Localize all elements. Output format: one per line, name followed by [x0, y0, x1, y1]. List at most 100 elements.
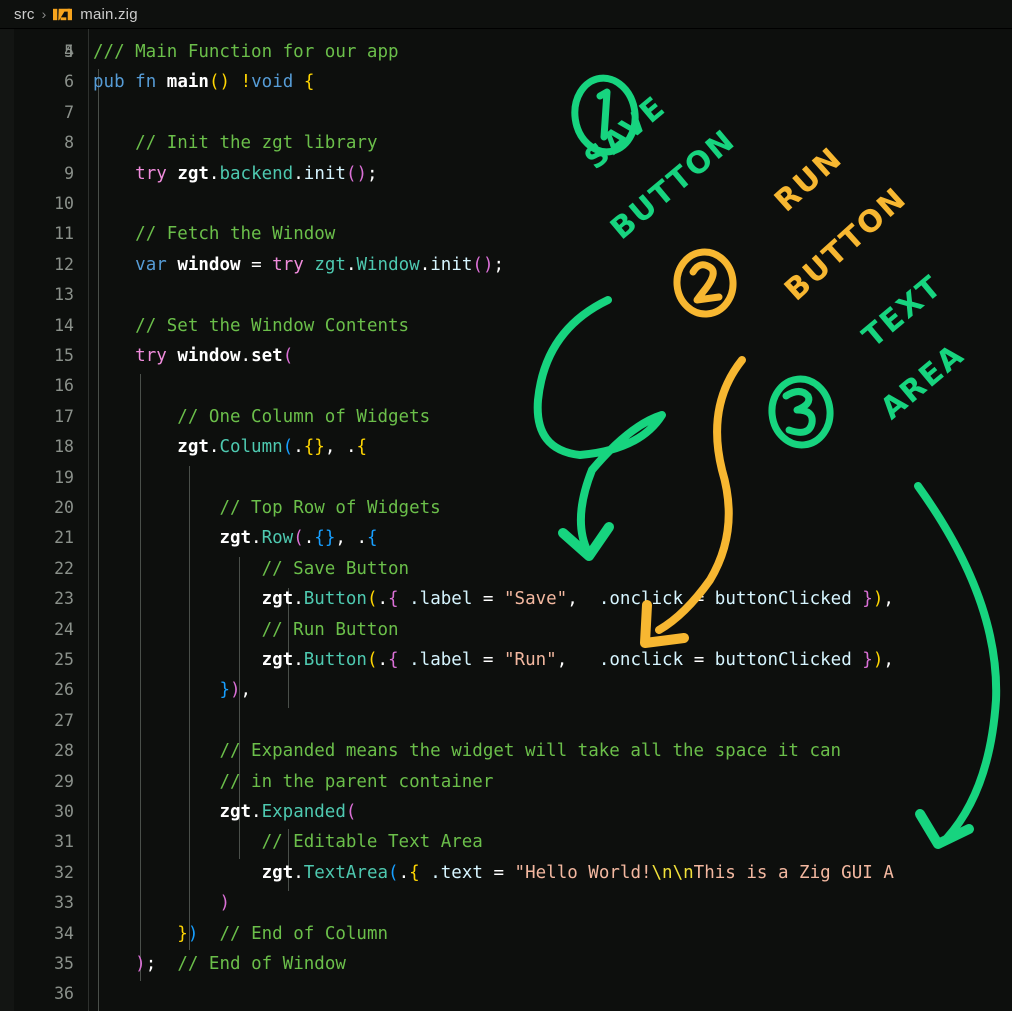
code-line[interactable]: 18 zgt.Column(.{}, .{ [0, 432, 1012, 462]
code-token: // Top Row of Widgets [219, 498, 440, 518]
code-token: Button [304, 650, 367, 670]
code-token [156, 954, 177, 974]
code-token: /// Main Function for our app [93, 42, 399, 62]
code-line[interactable]: 16 [0, 371, 1012, 401]
code-line-text[interactable]: zgt.Button(.{ .label = "Save", .onclick … [93, 584, 894, 614]
line-number: 24 [0, 615, 74, 645]
code-line-text[interactable]: // Set the Window Contents [93, 311, 409, 341]
code-line[interactable]: 26 }), [0, 675, 1012, 705]
code-line-text[interactable]: // Init the zgt library [93, 128, 377, 158]
code-line-text[interactable]: // Expanded means the widget will take a… [93, 736, 841, 766]
code-line-text[interactable]: zgt.Button(.{ .label = "Run", .onclick =… [93, 645, 894, 675]
code-token: ( [367, 589, 378, 609]
code-line-text[interactable]: var window = try zgt.Window.init(); [93, 250, 504, 280]
code-token: backend [219, 164, 293, 184]
code-line-text[interactable]: try window.set( [93, 341, 293, 371]
code-line-text[interactable]: // Editable Text Area [93, 827, 483, 857]
code-line[interactable]: 22 // Save Button [0, 554, 1012, 584]
code-line[interactable]: 10 [0, 189, 1012, 219]
code-line[interactable]: 35 ); // End of Window [0, 949, 1012, 979]
code-line[interactable]: 15 try window.set( [0, 341, 1012, 371]
code-token: { [367, 528, 378, 548]
code-line-text[interactable]: zgt.Expanded( [93, 797, 356, 827]
code-token [93, 346, 135, 366]
code-line[interactable]: 36 [0, 979, 1012, 1009]
code-line-text[interactable]: ) [93, 888, 230, 918]
code-token [346, 528, 357, 548]
code-token: . [209, 164, 220, 184]
code-line[interactable]: 17 // One Column of Widgets [0, 402, 1012, 432]
line-number: 9 [0, 159, 74, 189]
code-token: = [483, 650, 494, 670]
code-line[interactable]: 31 // Editable Text Area [0, 827, 1012, 857]
code-line[interactable]: 12 var window = try zgt.Window.init(); [0, 250, 1012, 280]
code-token: zgt [219, 528, 251, 548]
code-line[interactable]: 29 // in the parent container [0, 767, 1012, 797]
code-line[interactable]: 14 // Set the Window Contents [0, 311, 1012, 341]
code-token: Button [304, 589, 367, 609]
code-token: // Fetch the Window [135, 224, 335, 244]
code-token: { [388, 589, 399, 609]
code-token: = [493, 863, 504, 883]
line-number: 23 [0, 584, 74, 614]
code-line-text[interactable]: pub fn main() !void { [93, 67, 314, 97]
code-line-text[interactable]: // Run Button [93, 615, 399, 645]
breadcrumb-file[interactable]: main.zig [80, 6, 137, 23]
code-line[interactable]: 32 zgt.TextArea(.{ .text = "Hello World!… [0, 858, 1012, 888]
code-line-text[interactable]: /// Main Function for our app [93, 37, 399, 67]
code-token: ) [873, 589, 884, 609]
code-line[interactable]: 20 // Top Row of Widgets [0, 493, 1012, 523]
code-line-text[interactable]: }) // End of Column [93, 919, 388, 949]
line-number: 25 [0, 645, 74, 675]
code-line[interactable]: 7 [0, 98, 1012, 128]
line-number: 15 [0, 341, 74, 371]
line-number: 5 [0, 37, 74, 67]
code-line[interactable]: 24 // Run Button [0, 615, 1012, 645]
code-line[interactable]: 25 zgt.Button(.{ .label = "Run", .onclic… [0, 645, 1012, 675]
code-line[interactable]: 5 /// Main Function for our app [0, 37, 1012, 67]
code-line-text[interactable]: // Save Button [93, 554, 409, 584]
code-token: ( [346, 802, 357, 822]
code-line-text[interactable]: try zgt.backend.init(); [93, 159, 378, 189]
breadcrumb-folder[interactable]: src [14, 6, 35, 23]
code-token: Window [356, 255, 419, 275]
code-line[interactable]: 21 zgt.Row(.{}, .{ [0, 523, 1012, 553]
code-token: . [251, 802, 262, 822]
code-line[interactable]: 28 // Expanded means the widget will tak… [0, 736, 1012, 766]
code-lines-container[interactable]: 4 5/// Main Function for our app6pub fn … [0, 29, 1012, 1011]
code-editor[interactable]: 4 5/// Main Function for our app6pub fn … [0, 29, 1012, 1011]
code-token [93, 832, 262, 852]
code-line-text[interactable]: // Fetch the Window [93, 219, 335, 249]
screenshot-root: src › main.zig 4 5/// Main Function f [0, 0, 1012, 1011]
code-line-text[interactable]: ); // End of Window [93, 949, 346, 979]
code-line-text[interactable]: zgt.TextArea(.{ .text = "Hello World!\n\… [93, 858, 894, 888]
code-token [93, 255, 135, 275]
code-line-text[interactable]: // in the parent container [93, 767, 493, 797]
code-token [93, 863, 262, 883]
code-token [93, 133, 135, 153]
code-line[interactable]: 27 [0, 706, 1012, 736]
code-line-text[interactable]: // One Column of Widgets [93, 402, 430, 432]
code-token: buttonClicked [715, 650, 852, 670]
code-line[interactable]: 34 }) // End of Column [0, 919, 1012, 949]
code-line[interactable]: 23 zgt.Button(.{ .label = "Save", .oncli… [0, 584, 1012, 614]
code-line[interactable]: 13 [0, 280, 1012, 310]
code-token: set [251, 346, 283, 366]
code-token: // Editable Text Area [262, 832, 483, 852]
code-token: pub [93, 72, 125, 92]
code-token: . [378, 650, 389, 670]
line-number: 13 [0, 280, 74, 310]
code-line-text[interactable]: zgt.Row(.{}, .{ [93, 523, 378, 553]
code-line[interactable]: 33 ) [0, 888, 1012, 918]
code-line[interactable]: 11 // Fetch the Window [0, 219, 1012, 249]
code-line[interactable]: 8 // Init the zgt library [0, 128, 1012, 158]
code-token: ( [472, 255, 483, 275]
code-line[interactable]: 6pub fn main() !void { [0, 67, 1012, 97]
code-line[interactable]: 19 [0, 463, 1012, 493]
code-token [93, 528, 219, 548]
code-line-text[interactable]: zgt.Column(.{}, .{ [93, 432, 367, 462]
code-line[interactable]: 9 try zgt.backend.init(); [0, 159, 1012, 189]
code-line-text[interactable]: // Top Row of Widgets [93, 493, 441, 523]
code-line[interactable]: 30 zgt.Expanded( [0, 797, 1012, 827]
code-line-text[interactable]: }), [93, 675, 251, 705]
